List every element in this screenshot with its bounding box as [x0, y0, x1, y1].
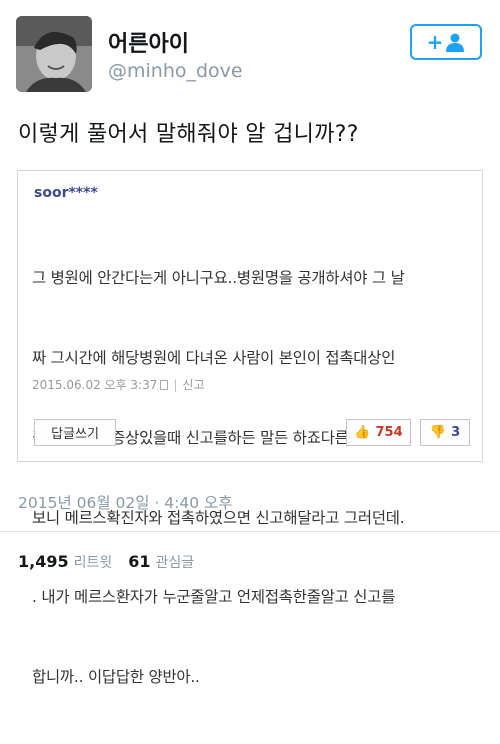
- comment-line: . 내가 메르스환자가 누군줄알고 언제접촉한줄알고 신고를: [32, 588, 396, 607]
- display-name[interactable]: 어른아이: [108, 26, 189, 58]
- divider: [0, 531, 500, 532]
- like-count-tweet[interactable]: 61: [128, 552, 150, 571]
- avatar-photo: [16, 16, 92, 92]
- tweet-text: 이렇게 풀어서 말해줘야 알 겁니까??: [18, 122, 359, 147]
- like-count: 754: [375, 425, 403, 440]
- tweet-timestamp[interactable]: 2015년 06월 02일 · 4:40 오후: [18, 491, 233, 513]
- retweet-count[interactable]: 1,495: [18, 552, 69, 571]
- comment-date: 2015.06.02 오후 3:37: [32, 378, 158, 392]
- add-user-icon: [446, 33, 465, 52]
- report-link[interactable]: 신고: [182, 376, 204, 393]
- comment-username: soor****: [34, 185, 98, 201]
- reply-button[interactable]: 답글쓰기: [34, 419, 116, 446]
- tweet-stats: 1,495 리트윗 61 관심글: [18, 552, 210, 572]
- comment-body: 그 병원에 안간다는게 아니구요..병원명을 공개하셔야 그 날 짜 그시간에 …: [32, 212, 476, 744]
- dislike-button[interactable]: 👎 3: [420, 419, 470, 446]
- plus-icon: +: [426, 30, 444, 54]
- meta-separator: |: [173, 377, 178, 392]
- dislike-count: 3: [451, 425, 461, 440]
- like-label[interactable]: 관심글: [156, 552, 195, 572]
- thumbs-up-icon: 👍: [354, 425, 371, 440]
- comment-screenshot-card: soor**** 그 병원에 안간다는게 아니구요..병원명을 공개하셔야 그 …: [17, 170, 483, 686]
- comment-line: 합니까.. 이답답한 양반아..: [32, 668, 200, 687]
- like-button[interactable]: 👍 754: [346, 419, 411, 446]
- comment-line: 그 병원에 안간다는게 아니구요..병원명을 공개하셔야 그 날: [32, 269, 405, 288]
- follow-button[interactable]: +: [410, 24, 482, 60]
- user-handle[interactable]: @minho_dove: [108, 60, 243, 82]
- avatar[interactable]: [16, 16, 92, 92]
- comment-meta: 2015.06.02 오후 3:37 | 신고: [32, 376, 205, 393]
- phone-icon: [160, 379, 169, 390]
- thumbs-down-icon: 👎: [429, 425, 447, 440]
- comment-line: 짜 그시간에 해당병원에 다녀온 사람이 본인이 접촉대상인: [32, 348, 396, 367]
- retweet-label[interactable]: 리트윗: [74, 552, 113, 572]
